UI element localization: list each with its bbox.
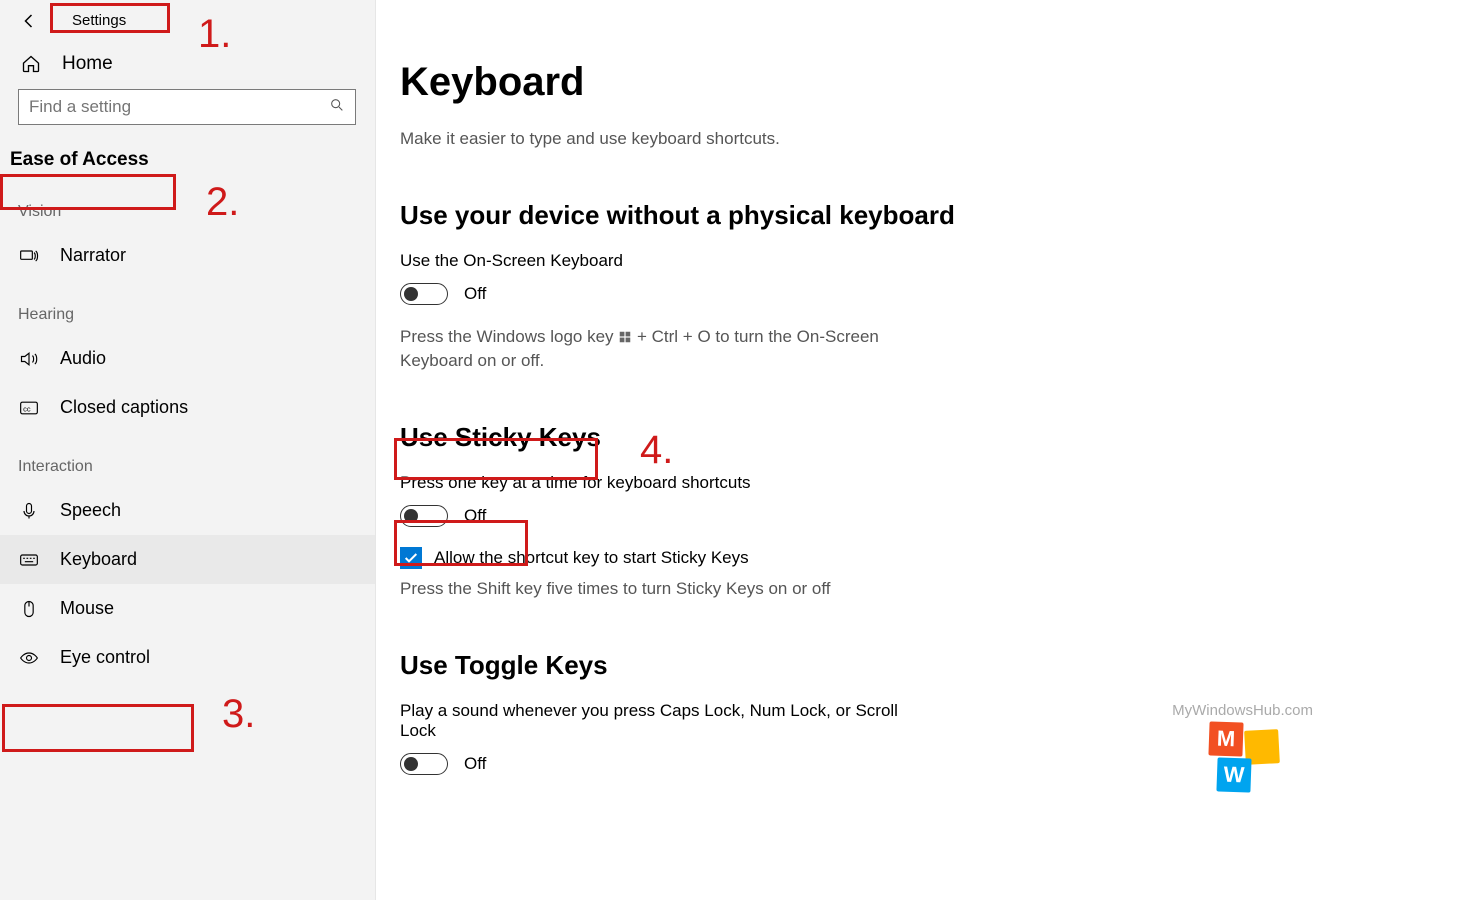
section-interaction: Interaction (0, 432, 375, 486)
togglekeys-toggle-state: Off (464, 754, 486, 774)
window-title: Settings (58, 10, 140, 31)
togglekeys-toggle[interactable] (400, 753, 448, 775)
sidebar-item-speech[interactable]: Speech (0, 486, 375, 535)
sidebar: Settings Home Ease of Access Vision Narr… (0, 0, 376, 900)
osk-label: Use the On-Screen Keyboard (400, 251, 1340, 271)
sidebar-item-label: Closed captions (60, 397, 188, 418)
sidebar-item-closed-captions[interactable]: cc Closed captions (0, 383, 375, 432)
osk-hint: Press the Windows logo key + Ctrl + O to… (400, 325, 940, 374)
back-button[interactable] (20, 11, 40, 31)
sidebar-item-mouse[interactable]: Mouse (0, 584, 375, 633)
sidebar-item-label: Narrator (60, 245, 126, 266)
watermark-text: MyWindowsHub.com (1172, 702, 1313, 719)
togglekeys-description: Play a sound whenever you press Caps Loc… (400, 701, 920, 741)
audio-icon (18, 349, 40, 369)
main-panel: Keyboard Make it easier to type and use … (400, 60, 1340, 795)
heading-toggle-keys: Use Toggle Keys (400, 650, 1340, 681)
sidebar-item-label: Speech (60, 500, 121, 521)
sidebar-category: Ease of Access (0, 143, 161, 177)
osk-toggle-state: Off (464, 284, 486, 304)
section-hearing: Hearing (0, 280, 375, 334)
sidebar-item-label: Eye control (60, 647, 150, 668)
svg-text:cc: cc (23, 404, 31, 413)
section-vision: Vision (0, 177, 375, 231)
sidebar-item-label: Audio (60, 348, 106, 369)
sidebar-item-label: Keyboard (60, 549, 137, 570)
page-title: Keyboard (400, 60, 1340, 105)
sidebar-item-label: Mouse (60, 598, 114, 619)
narrator-icon (18, 246, 40, 266)
sticky-toggle-state: Off (464, 506, 486, 526)
sidebar-item-audio[interactable]: Audio (0, 334, 375, 383)
sidebar-item-keyboard[interactable]: Keyboard (0, 535, 375, 584)
speech-icon (18, 501, 40, 521)
sticky-allow-shortcut-label: Allow the shortcut key to start Sticky K… (434, 548, 749, 568)
keyboard-icon (18, 550, 40, 570)
page-intro: Make it easier to type and use keyboard … (400, 127, 940, 152)
search-icon (329, 97, 345, 118)
sticky-allow-hint: Press the Shift key five times to turn S… (400, 577, 940, 602)
mouse-icon (18, 599, 40, 619)
sidebar-item-eye-control[interactable]: Eye control (0, 633, 375, 682)
eye-icon (18, 648, 40, 668)
sticky-description: Press one key at a time for keyboard sho… (400, 473, 1340, 493)
windows-key-icon (618, 327, 637, 346)
sidebar-item-narrator[interactable]: Narrator (0, 231, 375, 280)
closed-captions-icon: cc (18, 398, 40, 418)
search-input[interactable] (29, 97, 329, 117)
search-input-wrap[interactable] (18, 89, 356, 125)
sidebar-item-home[interactable]: Home (0, 37, 375, 89)
home-icon (20, 54, 42, 74)
heading-sticky-keys: Use Sticky Keys (400, 422, 1340, 453)
watermark-logo: M W (1209, 722, 1279, 792)
sidebar-home-label: Home (62, 53, 113, 75)
sticky-toggle[interactable] (400, 505, 448, 527)
sticky-allow-shortcut-checkbox[interactable] (400, 547, 422, 569)
heading-without-physical: Use your device without a physical keybo… (400, 200, 1340, 231)
osk-toggle[interactable] (400, 283, 448, 305)
